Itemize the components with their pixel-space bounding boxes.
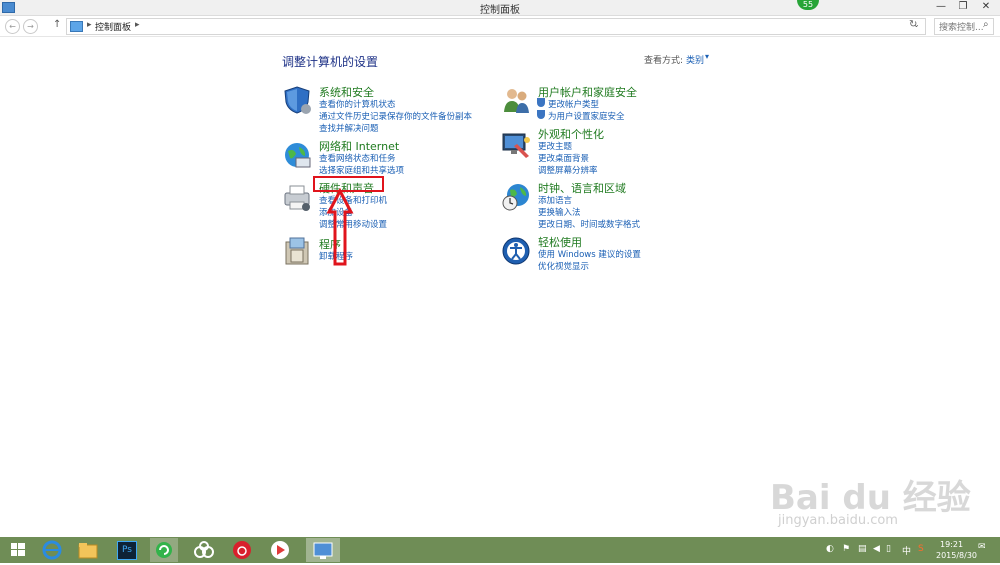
address-row: ← → ↑ ▸ 控制面板 ▸ ⌄ ↻ 搜索控制... ⌕ bbox=[0, 16, 1000, 37]
ime-indicator[interactable]: 中 bbox=[902, 544, 911, 557]
view-by-select[interactable]: 类别 bbox=[686, 53, 704, 66]
breadcrumb-separator[interactable]: ▸ bbox=[87, 20, 92, 30]
watermark-logo: Bai du 经验 bbox=[770, 478, 971, 518]
window-title: 控制面板 bbox=[480, 5, 520, 16]
link-change-account-type[interactable]: 更改帐户类型 bbox=[548, 98, 599, 110]
notification-icon[interactable]: ✉ bbox=[978, 542, 986, 552]
clock-globe-icon[interactable] bbox=[501, 182, 531, 212]
link-family-safety[interactable]: 为用户设置家庭安全 bbox=[548, 110, 625, 122]
watermark-url: jingyan.baidu.com bbox=[778, 513, 898, 528]
view-by-label: 查看方式: bbox=[644, 56, 684, 66]
search-placeholder: 搜索控制... bbox=[939, 23, 984, 33]
control-panel-taskbar-icon[interactable] bbox=[306, 538, 340, 562]
flag-tray-icon[interactable]: ⚑ bbox=[842, 544, 850, 554]
link-change-theme[interactable]: 更改主题 bbox=[538, 140, 572, 152]
programs-icon[interactable] bbox=[282, 236, 312, 266]
link-change-input[interactable]: 更换输入法 bbox=[538, 206, 581, 218]
breadcrumb-control-panel[interactable]: 控制面板 bbox=[95, 20, 131, 33]
network-tray-icon[interactable]: ▤ bbox=[858, 544, 867, 554]
up-button[interactable]: ↑ bbox=[53, 19, 61, 30]
media-player-icon[interactable] bbox=[266, 538, 294, 562]
link-screen-resolution[interactable]: 调整屏幕分辨率 bbox=[538, 164, 598, 176]
display-icon[interactable] bbox=[501, 130, 531, 160]
uac-shield-icon bbox=[537, 110, 545, 119]
qq-tray-icon[interactable]: ◐ bbox=[826, 544, 834, 554]
volume-tray-icon[interactable]: ◀ bbox=[873, 544, 880, 554]
annotation-arrow-icon bbox=[326, 188, 354, 266]
link-network-status[interactable]: 查看网络状态和任务 bbox=[319, 152, 396, 164]
link-add-language[interactable]: 添加语言 bbox=[538, 194, 572, 206]
users-icon[interactable] bbox=[501, 85, 531, 115]
computer-icon bbox=[70, 21, 83, 32]
ie-icon[interactable] bbox=[38, 538, 66, 562]
link-optimize-display[interactable]: 优化视觉显示 bbox=[538, 260, 589, 272]
start-icon[interactable] bbox=[4, 538, 32, 562]
chevron-down-icon[interactable]: ▾ bbox=[705, 52, 709, 61]
battery-tray-icon[interactable]: ▯ bbox=[886, 544, 891, 554]
link-troubleshoot[interactable]: 查找并解决问题 bbox=[319, 122, 379, 134]
title-bar: 控制面板 55 — ❐ ✕ bbox=[0, 0, 1000, 16]
minimize-button[interactable]: — bbox=[930, 0, 952, 14]
link-homegroup[interactable]: 选择家庭组和共享选项 bbox=[319, 164, 404, 176]
search-input[interactable]: 搜索控制... ⌕ bbox=[934, 18, 994, 35]
shield-icon[interactable] bbox=[282, 85, 312, 115]
netease-music-icon[interactable] bbox=[228, 538, 256, 562]
explorer-icon[interactable] bbox=[74, 538, 102, 562]
clock-date[interactable]: 2015/8/30 bbox=[936, 551, 977, 560]
uac-shield-icon bbox=[537, 98, 545, 107]
back-button[interactable]: ← bbox=[5, 19, 20, 34]
restore-button[interactable]: ❐ bbox=[952, 0, 974, 14]
network-globe-icon[interactable] bbox=[282, 140, 312, 170]
forward-button[interactable]: → bbox=[23, 19, 38, 34]
breadcrumb-separator[interactable]: ▸ bbox=[135, 20, 140, 30]
accessibility-icon[interactable] bbox=[501, 236, 531, 266]
clock-time[interactable]: 19:21 bbox=[940, 540, 963, 549]
link-date-time-format[interactable]: 更改日期、时间或数字格式 bbox=[538, 218, 640, 230]
refresh-icon[interactable]: ↻ bbox=[909, 19, 917, 30]
printer-icon[interactable] bbox=[282, 182, 312, 212]
page-title: 调整计算机的设置 bbox=[282, 55, 379, 69]
address-bar[interactable]: ▸ 控制面板 ▸ ⌄ bbox=[66, 18, 926, 35]
refresh-app-icon[interactable] bbox=[150, 538, 178, 562]
link-view-computer-status[interactable]: 查看你的计算机状态 bbox=[319, 98, 396, 110]
link-recommended-settings[interactable]: 使用 Windows 建议的设置 bbox=[538, 248, 641, 260]
link-desktop-background[interactable]: 更改桌面背景 bbox=[538, 152, 589, 164]
photoshop-label: Ps bbox=[117, 541, 137, 560]
sogou-tray-icon[interactable]: S bbox=[918, 544, 924, 554]
link-file-history[interactable]: 通过文件历史记录保存你的文件备份副本 bbox=[319, 110, 472, 122]
cloud-app-icon[interactable] bbox=[190, 538, 218, 562]
photoshop-icon[interactable]: Ps bbox=[112, 538, 140, 562]
search-icon[interactable]: ⌕ bbox=[983, 19, 989, 30]
close-button[interactable]: ✕ bbox=[975, 0, 997, 14]
